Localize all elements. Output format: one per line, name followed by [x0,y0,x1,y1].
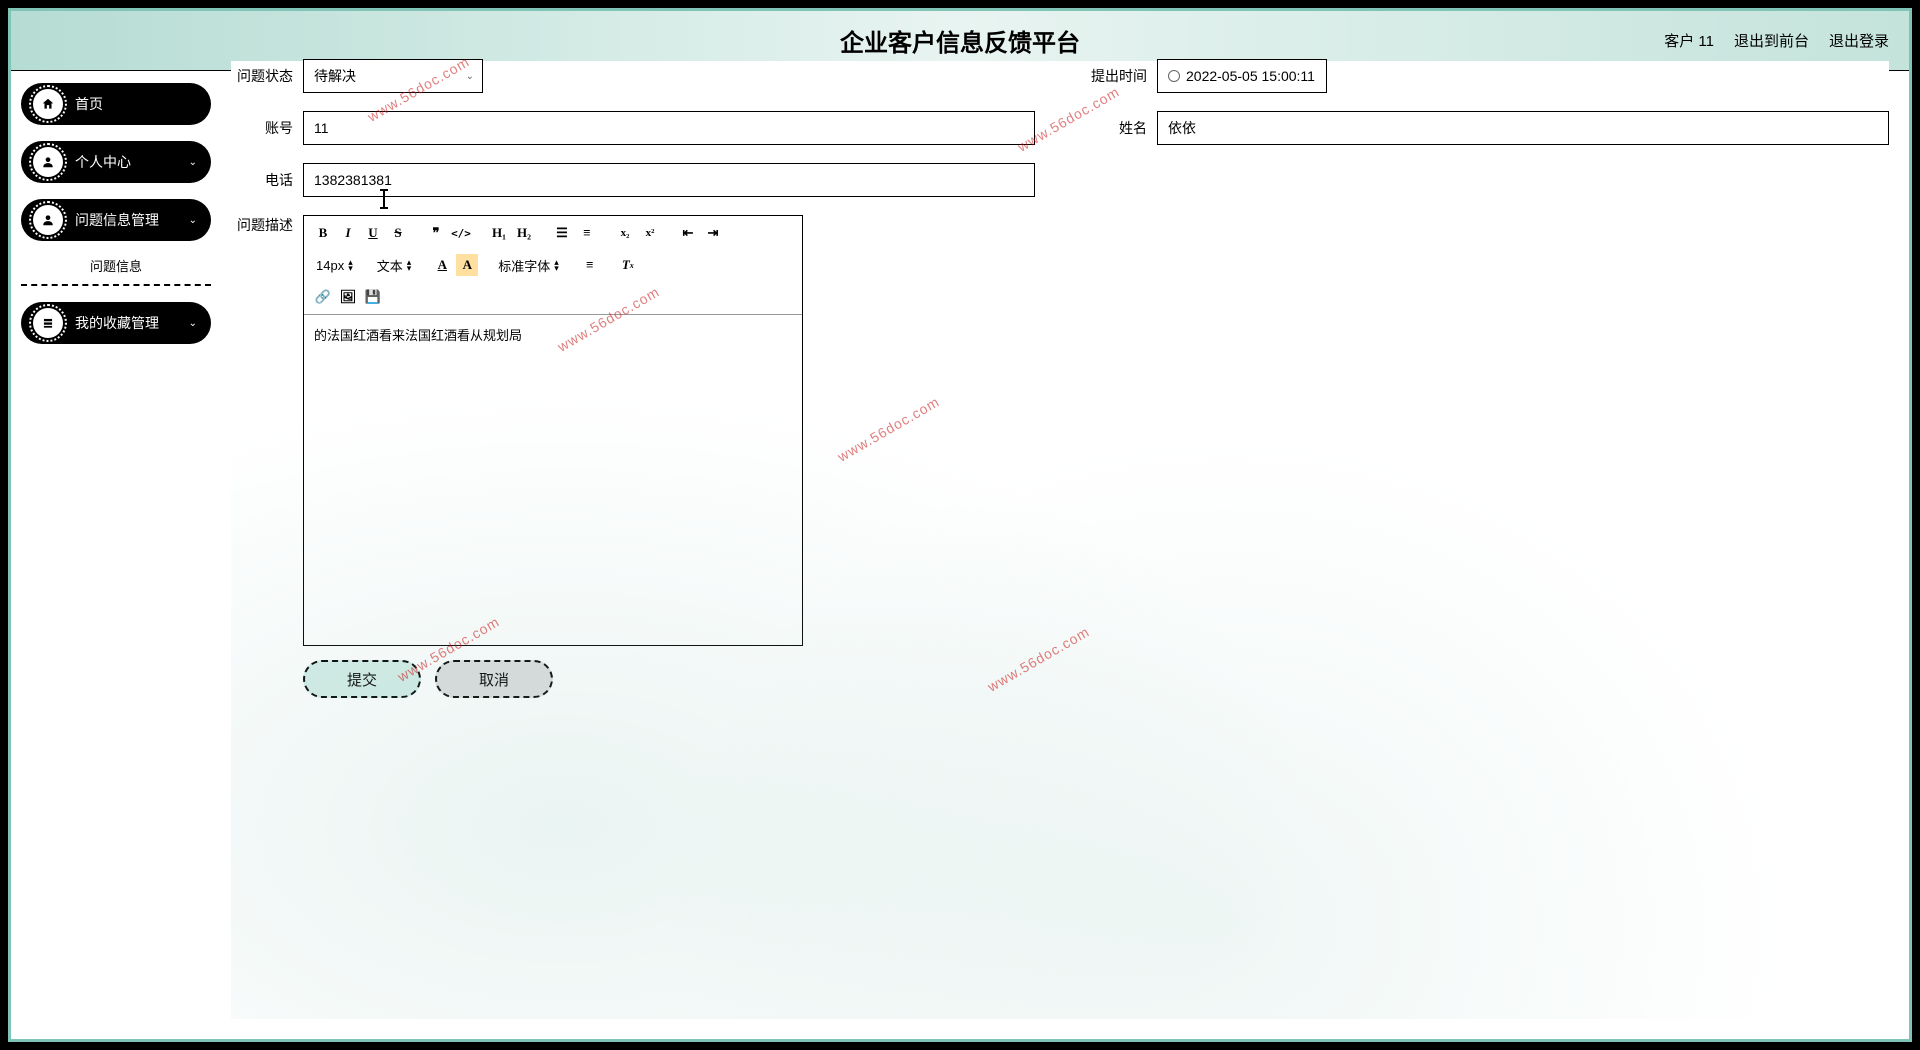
image-icon[interactable]: 🖼 [337,286,359,308]
sidebar-item-home[interactable]: 首页 [21,83,211,125]
h1-icon[interactable]: H₁ [488,222,510,244]
clear-format-icon[interactable]: Tx [617,254,639,276]
superscript-icon[interactable]: x² [639,222,661,244]
back-front-link[interactable]: 退出到前台 [1734,30,1809,51]
home-icon [33,89,63,119]
chevron-down-icon: ⌄ [189,215,197,226]
unordered-list-icon[interactable]: ≡ [576,222,598,244]
submit-button[interactable]: 提交 [303,660,421,698]
sidebar-item-personal[interactable]: 个人中心 ⌄ [21,141,211,183]
time-label: 提出时间 [1085,66,1147,86]
editor-toolbar: B I U S ❞ </> H₁ H₂ ☰ ≡ x₂ x² [304,216,802,315]
phone-input[interactable]: 1382381381 [303,163,1035,197]
sidebar-item-issue-mgmt[interactable]: 问题信息管理 ⌄ [21,199,211,241]
text-type-select[interactable]: 文本▴▾ [373,256,416,275]
bookmark-icon [33,308,63,338]
quote-icon[interactable]: ❞ [425,222,447,244]
save-icon[interactable]: 💾 [362,286,384,308]
name-input[interactable]: 依依 [1157,111,1889,145]
sidebar-label: 问题信息管理 [75,210,159,230]
desc-label: 问题描述 [231,215,293,646]
font-family-select[interactable]: 标准字体▴▾ [494,256,563,275]
editor-content[interactable]: 的法国红酒看来法国红酒看从规划局 [304,315,802,645]
sidebar-label: 我的收藏管理 [75,313,159,333]
user-label[interactable]: 客户 11 [1664,30,1714,51]
user-icon [33,147,63,177]
bold-icon[interactable]: B [312,222,334,244]
name-label: 姓名 [1085,118,1147,138]
radio-icon [1168,70,1180,82]
chevron-down-icon: ⌄ [189,318,197,329]
font-size-select[interactable]: 14px▴▾ [312,258,357,273]
status-label: 问题状态 [231,66,293,86]
phone-label: 电话 [231,170,293,190]
text-cursor-icon [383,191,385,207]
chevron-down-icon: ⌄ [189,157,197,168]
sidebar-item-favorites[interactable]: 我的收藏管理 ⌄ [21,302,211,344]
time-field[interactable]: 2022-05-05 15:00:11 [1157,59,1327,93]
logout-link[interactable]: 退出登录 [1829,30,1889,51]
ordered-list-icon[interactable]: ☰ [551,222,573,244]
strike-icon[interactable]: S [387,222,409,244]
sidebar-label: 首页 [75,94,103,114]
sidebar-label: 个人中心 [75,152,131,172]
user-icon [33,205,63,235]
account-input[interactable]: 11 [303,111,1035,145]
chevron-down-icon: ⌄ [466,71,474,82]
font-color-icon[interactable]: A [431,254,453,276]
rich-text-editor: B I U S ❞ </> H₁ H₂ ☰ ≡ x₂ x² [303,215,803,646]
outdent-icon[interactable]: ⇥ [702,222,724,244]
italic-icon[interactable]: I [337,222,359,244]
sidebar-subitem-issue[interactable]: 问题信息 [21,247,211,286]
indent-icon[interactable]: ⇤ [677,222,699,244]
align-icon[interactable]: ≡ [579,254,601,276]
code-icon[interactable]: </> [450,222,472,244]
page-title: 企业客户信息反馈平台 [840,23,1080,58]
account-label: 账号 [231,118,293,138]
status-select[interactable]: 待解决 ⌄ [303,59,483,93]
subscript-icon[interactable]: x₂ [614,222,636,244]
link-icon[interactable]: 🔗 [312,286,334,308]
cancel-button[interactable]: 取消 [435,660,553,698]
underline-icon[interactable]: U [362,222,384,244]
h2-icon[interactable]: H₂ [513,222,535,244]
highlight-icon[interactable]: A [456,254,478,276]
